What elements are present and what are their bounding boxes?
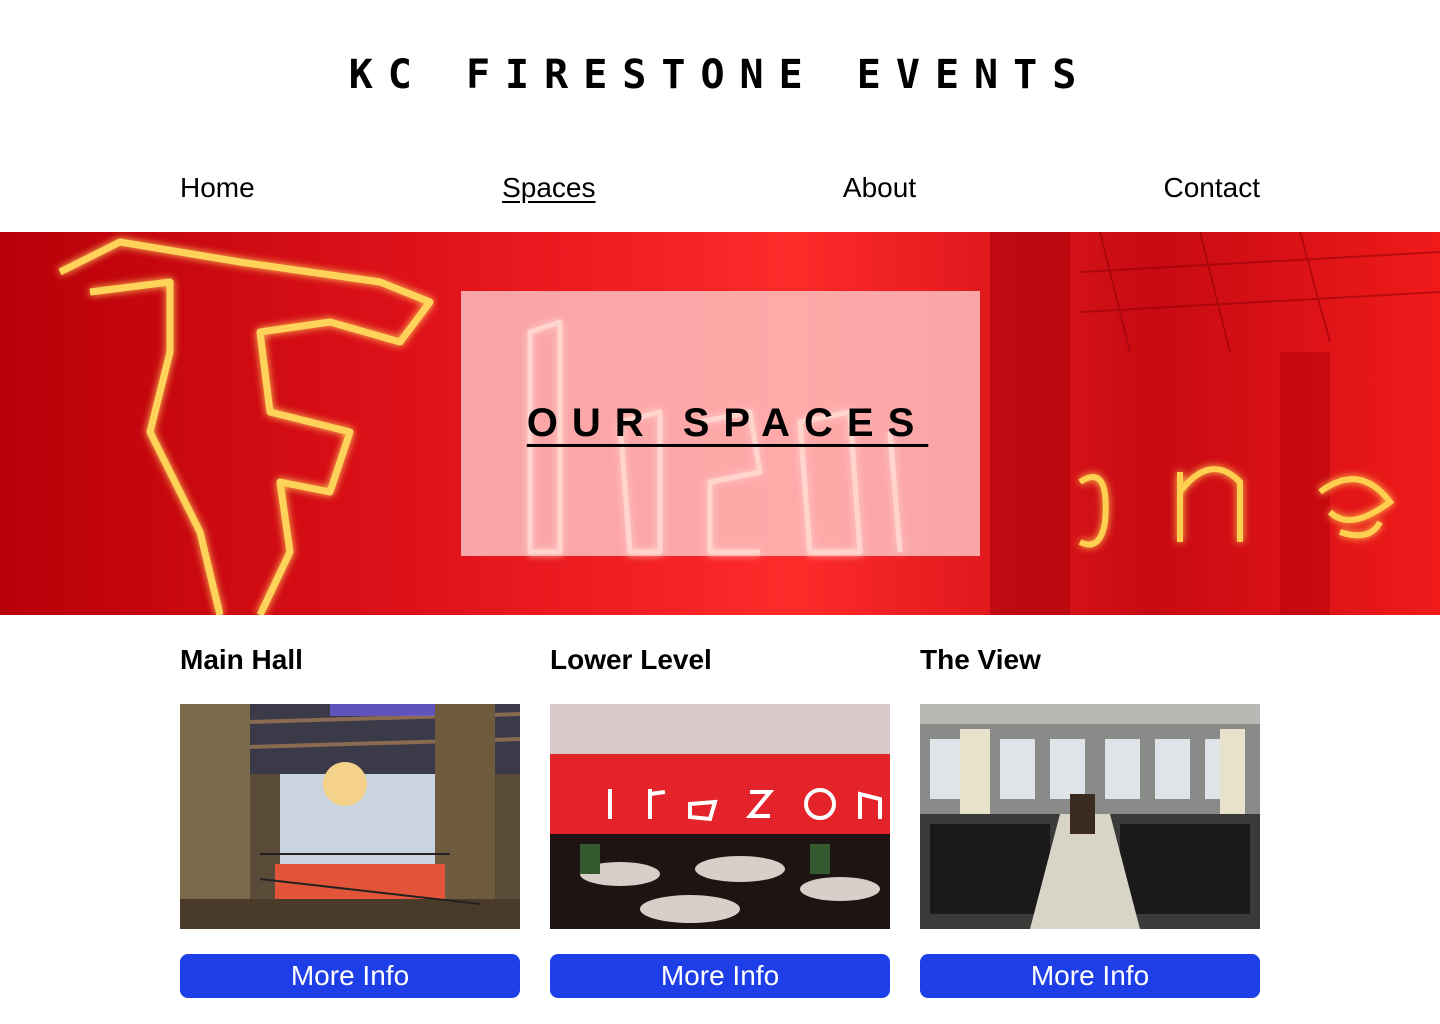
- space-card-lower-level: Lower Level More Info: [550, 640, 890, 998]
- space-title: The View: [920, 644, 1041, 675]
- hero-overlay: OUR SPACES: [461, 291, 980, 556]
- main-hall-photo: [180, 704, 520, 929]
- nav-item-home[interactable]: Home: [180, 172, 255, 204]
- lower-level-more-info-button[interactable]: More Info: [550, 954, 890, 998]
- main-nav: Home Spaces About Contact: [180, 172, 1260, 204]
- main-hall-more-info-button[interactable]: More Info: [180, 954, 520, 998]
- space-card-main-hall: Main Hall More Info: [180, 640, 520, 998]
- space-title: Lower Level: [550, 644, 712, 675]
- the-view-more-info-button[interactable]: More Info: [920, 954, 1260, 998]
- hero-banner: OUR SPACES: [0, 232, 1440, 615]
- hero-title: OUR SPACES: [526, 401, 929, 445]
- space-title: Main Hall: [180, 644, 303, 675]
- spaces-list: Main Hall More Info Lower Level More Inf…: [180, 640, 1260, 998]
- nav-item-spaces[interactable]: Spaces: [502, 172, 595, 204]
- nav-item-contact[interactable]: Contact: [1164, 172, 1261, 204]
- nav-item-about[interactable]: About: [843, 172, 916, 204]
- lower-level-photo: [550, 704, 890, 929]
- space-card-the-view: The View More Info: [920, 640, 1260, 998]
- site-title: KC FIRESTONE EVENTS: [348, 52, 1092, 98]
- the-view-photo: [920, 704, 1260, 929]
